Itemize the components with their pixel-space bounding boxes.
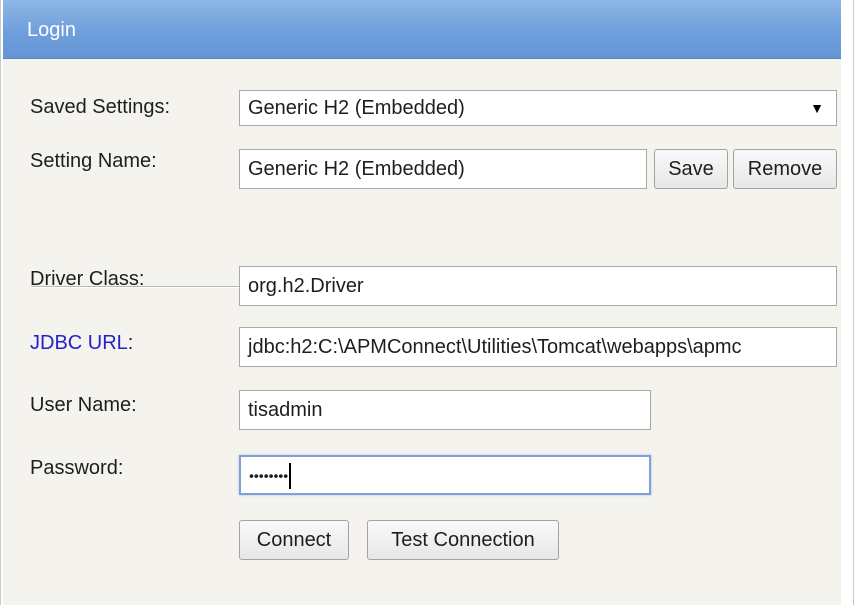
driver-class-label: Driver Class: bbox=[30, 268, 145, 290]
chevron-down-icon: ▼ bbox=[810, 100, 824, 116]
jdbc-url-link[interactable]: JDBC URL bbox=[30, 332, 128, 354]
jdbc-url-label-colon: : bbox=[127, 332, 134, 354]
password-masked-value: •••••••• bbox=[249, 467, 289, 484]
jdbc-url-label: JDBC URL: bbox=[30, 332, 133, 355]
user-name-input[interactable]: tisadmin bbox=[239, 390, 651, 430]
remove-button[interactable]: Remove bbox=[733, 149, 837, 189]
password-input[interactable]: •••••••• bbox=[239, 455, 651, 495]
save-button[interactable]: Save bbox=[654, 149, 728, 189]
setting-name-input[interactable]: Generic H2 (Embedded) bbox=[239, 149, 647, 189]
user-name-label: User Name: bbox=[30, 394, 137, 416]
login-window: Login Saved Settings: Generic H2 (Embedd… bbox=[0, 0, 854, 605]
text-caret bbox=[289, 462, 292, 489]
jdbc-url-input[interactable]: jdbc:h2:C:\APMConnect\Utilities\Tomcat\w… bbox=[239, 327, 837, 367]
title-bar: Login bbox=[3, 0, 841, 59]
window-title: Login bbox=[27, 19, 76, 41]
login-panel: Saved Settings: Generic H2 (Embedded) ▼ … bbox=[3, 59, 841, 605]
saved-settings-label: Saved Settings: bbox=[30, 96, 171, 118]
setting-name-label: Setting Name: bbox=[30, 150, 157, 172]
saved-settings-selected: Generic H2 (Embedded) bbox=[248, 97, 465, 119]
test-connection-button[interactable]: Test Connection bbox=[367, 520, 559, 560]
password-label: Password: bbox=[30, 457, 124, 479]
driver-class-input[interactable]: org.h2.Driver bbox=[239, 266, 837, 306]
saved-settings-dropdown[interactable]: Generic H2 (Embedded) ▼ bbox=[239, 90, 837, 126]
connect-button[interactable]: Connect bbox=[239, 520, 349, 560]
